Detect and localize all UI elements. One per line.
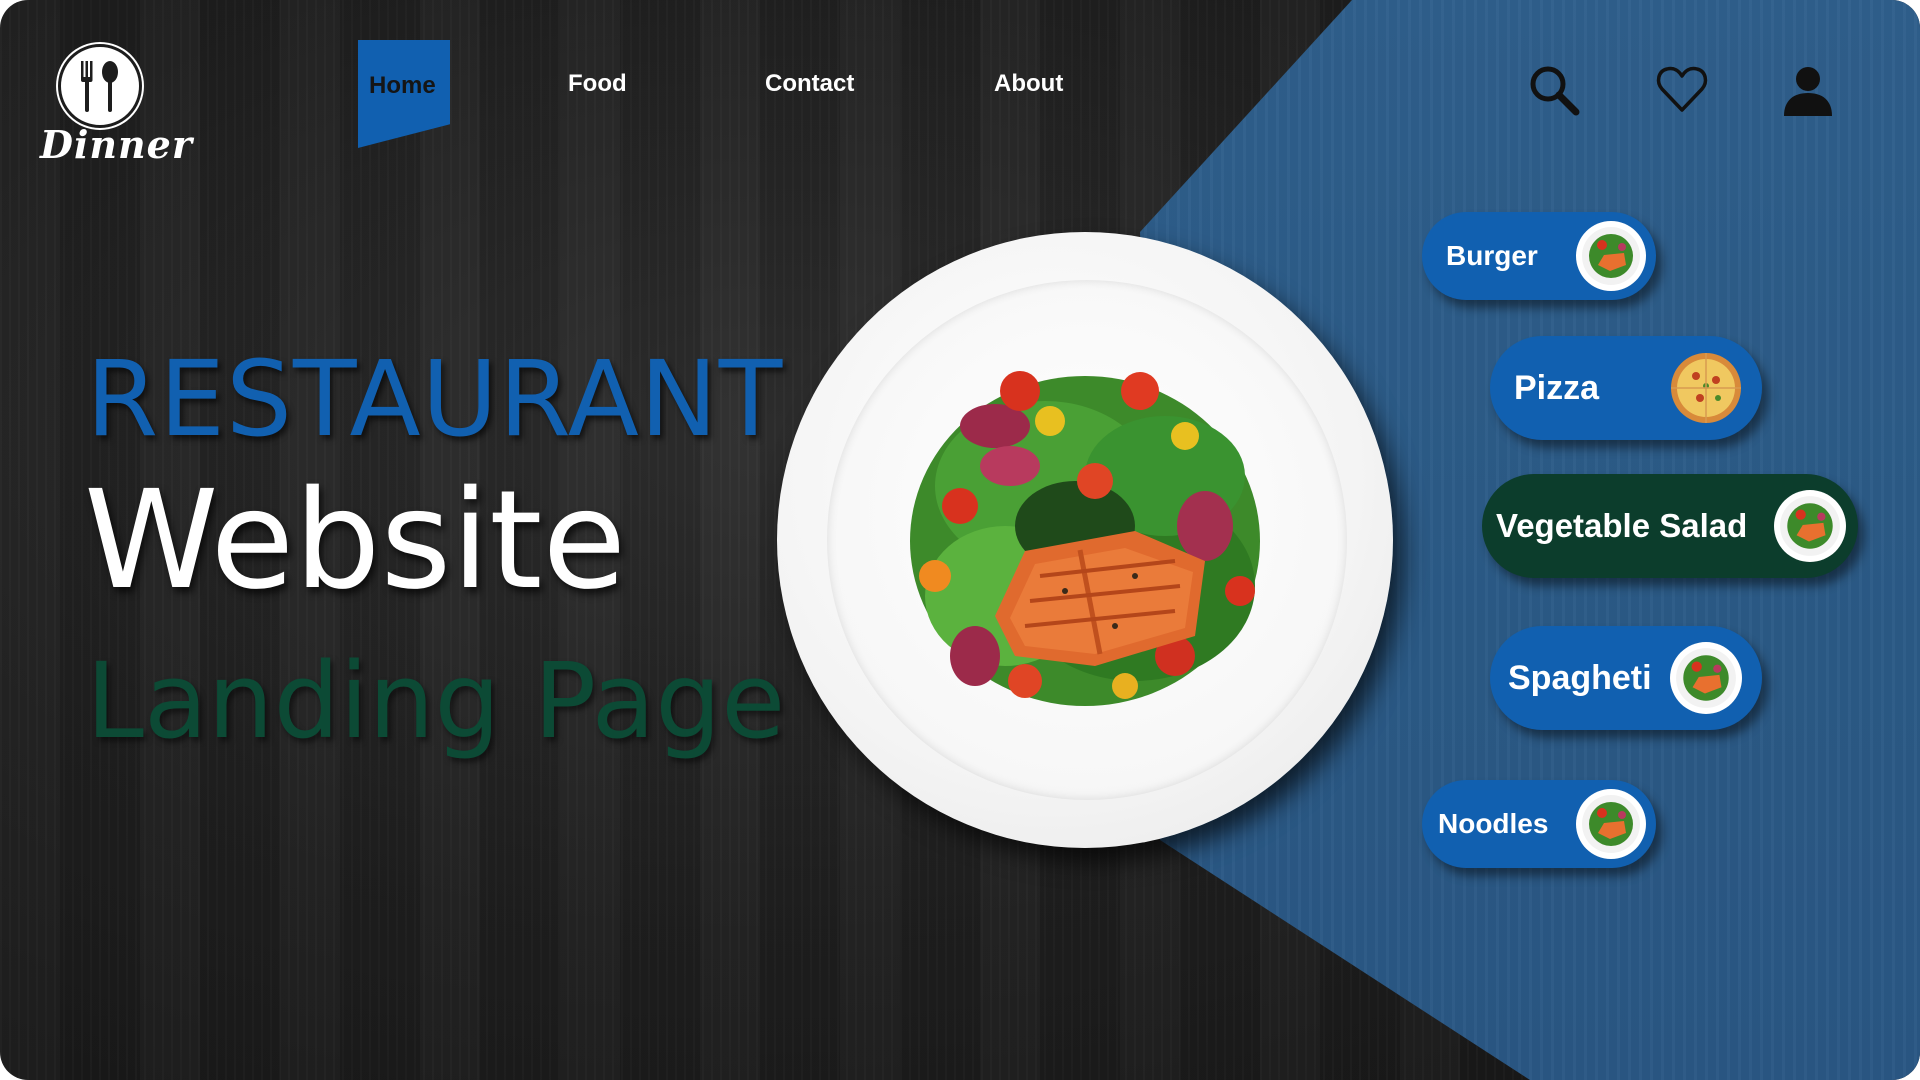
plate-cutlery-icon	[58, 44, 142, 128]
menu-item-noodles[interactable]: Noodles	[1422, 780, 1656, 868]
menu-item-label: Vegetable Salad	[1496, 507, 1748, 544]
salmon-salad-thumbnail	[1774, 490, 1846, 562]
hero-title-restaurant: RESTAURANT	[86, 338, 784, 460]
menu-item-vegetable-salad[interactable]: Vegetable Salad	[1482, 474, 1858, 578]
brand-name: Dinner	[40, 122, 193, 167]
user-icon[interactable]	[1780, 62, 1836, 118]
nav-item-contact[interactable]: Contact	[765, 70, 854, 98]
pizza-thumbnail	[1670, 352, 1741, 423]
menu-item-label: Burger	[1446, 240, 1538, 271]
menu-item-label: Spagheti	[1508, 659, 1652, 697]
menu-item-label: Noodles	[1438, 808, 1549, 839]
salmon-salad-thumbnail	[1576, 221, 1646, 291]
menu-item-label: Pizza	[1514, 369, 1600, 407]
hero-title-website: Website	[84, 462, 627, 620]
page-background: Dinner Home Food Contact About RESTAURAN…	[0, 0, 1920, 1080]
nav-item-home[interactable]: Home	[369, 72, 436, 100]
nav-item-food[interactable]: Food	[568, 70, 627, 98]
heart-icon[interactable]	[1654, 62, 1710, 118]
hero-title-landing-page: Landing Page	[86, 640, 786, 762]
food-plate-image	[777, 232, 1393, 848]
salmon-salad-thumbnail	[1670, 642, 1742, 714]
search-icon[interactable]	[1526, 62, 1582, 118]
salmon-salad-image	[910, 371, 1260, 706]
salmon-salad-thumbnail	[1576, 789, 1646, 859]
menu-item-spagheti[interactable]: Spagheti	[1490, 626, 1762, 730]
menu-item-burger[interactable]: Burger	[1422, 212, 1656, 300]
menu-item-pizza[interactable]: Pizza	[1490, 336, 1762, 440]
nav-item-about[interactable]: About	[994, 70, 1063, 98]
brand-logo[interactable]: Dinner	[36, 44, 192, 172]
